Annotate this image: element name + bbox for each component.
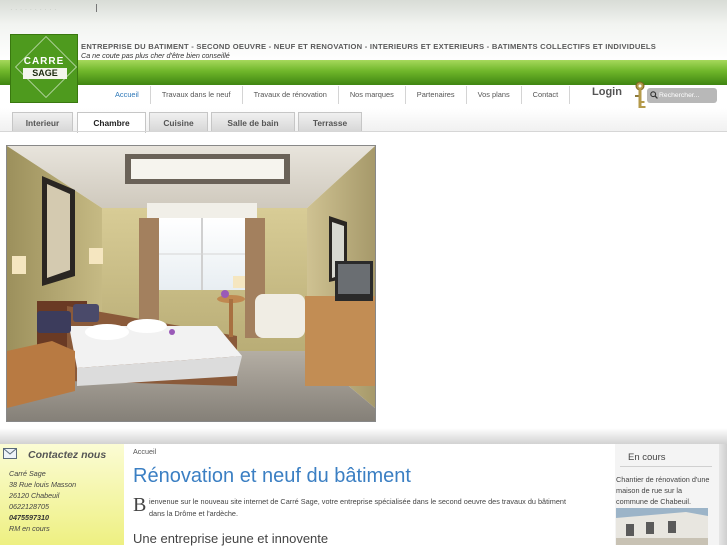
en-cours-line: commune de Chabeuil. bbox=[616, 497, 692, 506]
hero-bedroom-image bbox=[6, 145, 376, 422]
welcome-text-line2: dans la Drôme et l'ardèche. bbox=[149, 509, 239, 518]
logo-diamond bbox=[14, 35, 77, 99]
section-subtitle: Une entreprise jeune et innovente bbox=[133, 531, 329, 546]
nav-item-partenaires[interactable]: Partenaires bbox=[406, 85, 466, 105]
tab-salle-de-bain[interactable]: Salle de bain bbox=[211, 112, 295, 132]
tab-cuisine[interactable]: Cuisine bbox=[149, 112, 208, 132]
nav-separator bbox=[569, 86, 571, 104]
page-title: Rénovation et neuf du bâtiment bbox=[133, 465, 411, 487]
en-cours-title: En cours bbox=[628, 452, 666, 463]
mail-icon bbox=[3, 448, 17, 459]
nav-item-contact[interactable]: Contact bbox=[522, 85, 569, 105]
login-link[interactable]: Login bbox=[592, 86, 622, 98]
nav-item-nos-marques[interactable]: Nos marques bbox=[339, 85, 405, 105]
contact-title: Contactez nous bbox=[28, 449, 107, 461]
tab-terrasse[interactable]: Terrasse bbox=[298, 112, 362, 132]
tab-interieur[interactable]: Interieur bbox=[12, 112, 73, 132]
tabs-divider bbox=[0, 131, 727, 132]
search-box bbox=[647, 88, 717, 103]
nav-item-travaux-neuf[interactable]: Travaux dans le neuf bbox=[151, 85, 242, 105]
slogan: Ca ne coute pas plus cher d'être bien co… bbox=[81, 51, 230, 60]
green-band bbox=[0, 60, 727, 85]
welcome-text-line1: ienvenue sur le nouveau site internet de… bbox=[149, 497, 566, 506]
main-nav: Accueil Travaux dans le neuf Travaux de … bbox=[104, 85, 571, 105]
contact-phone: 0475597310 bbox=[9, 513, 49, 522]
search-input[interactable] bbox=[659, 89, 715, 101]
tab-chambre[interactable]: Chambre bbox=[77, 112, 146, 133]
en-cours-line: maison de rue sur la bbox=[616, 486, 683, 495]
contact-details: Carré Sage 38 Rue louis Masson 26120 Cha… bbox=[9, 468, 76, 534]
search-icon[interactable] bbox=[650, 91, 658, 99]
company-headline: ENTREPRISE DU BATIMENT - SECOND OEUVRE -… bbox=[81, 42, 657, 51]
top-decoration: · · · · · · · · · · bbox=[10, 5, 57, 14]
breadcrumb[interactable]: Accueil bbox=[133, 447, 156, 456]
en-cours-divider bbox=[620, 466, 712, 467]
contact-city: 26120 Chabeuil bbox=[9, 491, 60, 500]
contact-street: 38 Rue louis Masson bbox=[9, 480, 77, 489]
main-content bbox=[124, 444, 615, 545]
nav-item-travaux-renovation[interactable]: Travaux de rénovation bbox=[243, 85, 338, 105]
logo[interactable]: CARRE SAGE bbox=[10, 34, 78, 103]
dropcap-letter: B bbox=[133, 494, 147, 516]
nav-item-vos-plans[interactable]: Vos plans bbox=[467, 85, 521, 105]
contact-rm: RM en cours bbox=[9, 524, 50, 533]
contact-mobile: 0622128705 bbox=[9, 502, 49, 511]
section-divider bbox=[0, 428, 727, 444]
en-cours-line: Chantier de rénovation d'une bbox=[616, 475, 710, 484]
right-scrollbar[interactable] bbox=[719, 444, 727, 545]
top-divider bbox=[96, 4, 97, 12]
contact-company: Carré Sage bbox=[9, 469, 46, 478]
en-cours-photo[interactable] bbox=[616, 508, 708, 545]
logo-text-sage: SAGE bbox=[23, 68, 67, 79]
en-cours-text: Chantier de rénovation d'une maison de r… bbox=[616, 474, 718, 507]
nav-item-accueil[interactable]: Accueil bbox=[104, 85, 150, 105]
logo-text-carre: CARRE bbox=[23, 56, 65, 67]
